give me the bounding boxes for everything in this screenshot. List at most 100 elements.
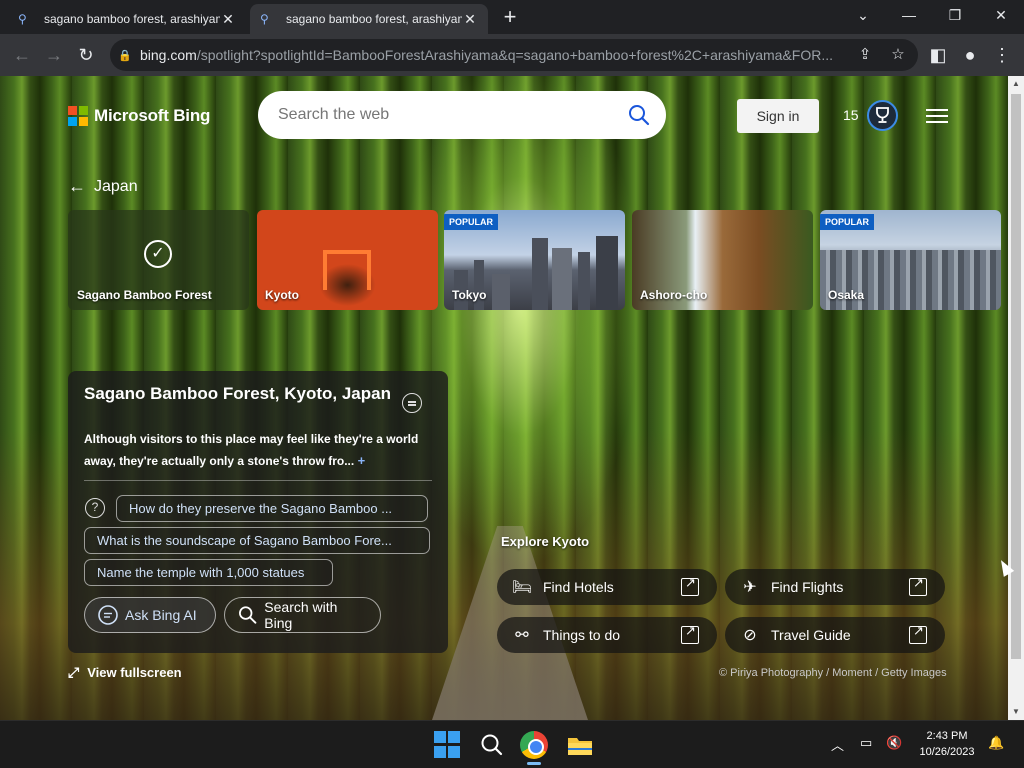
page-scrollbar[interactable]: ▲ ▼ — [1008, 76, 1024, 720]
popular-badge: POPULAR — [820, 214, 875, 230]
browser-toolbar: ← → ↻ 🔒 bing.com /spotlight?spotlightId=… — [0, 34, 1024, 76]
close-tab-icon[interactable]: ✕ — [462, 11, 478, 28]
card-tokyo[interactable]: POPULAR Tokyo — [444, 210, 625, 310]
scrollbar-thumb[interactable] — [1011, 94, 1021, 659]
bed-icon: 🛏 — [511, 579, 533, 596]
popular-badge: POPULAR — [444, 214, 499, 230]
close-window-button[interactable]: ✕ — [978, 0, 1024, 30]
network-icon[interactable]: ▭ — [860, 735, 872, 751]
find-hotels-label: Find Hotels — [543, 579, 614, 595]
rewards-points[interactable]: 15 — [843, 107, 859, 123]
view-fullscreen-link[interactable]: ⤢ View fullscreen — [68, 664, 182, 681]
bing-search-favicon-icon: ⚲ — [260, 12, 269, 26]
divider — [84, 480, 432, 481]
checkmark-icon: ✓ — [144, 240, 172, 268]
card-label: Ashoro-cho — [640, 288, 708, 302]
lock-icon[interactable]: 🔒 — [110, 49, 140, 62]
close-tab-icon[interactable]: ✕ — [220, 11, 236, 28]
side-panel-icon[interactable]: ◧ — [926, 43, 950, 67]
external-link-icon — [681, 575, 699, 596]
scroll-down-arrow-icon[interactable]: ▼ — [1008, 704, 1024, 720]
show-hidden-icons-chevron-icon[interactable]: ︿ — [831, 735, 844, 754]
things-to-do-button[interactable]: ⚯ Things to do — [497, 617, 717, 653]
card-label: Sagano Bamboo Forest — [77, 288, 212, 302]
new-tab-button[interactable]: + — [498, 6, 522, 30]
bookmark-star-icon[interactable]: ☆ — [888, 45, 908, 65]
search-input[interactable] — [278, 102, 608, 128]
back-arrow-icon: ← — [68, 176, 86, 196]
forward-arrow-icon[interactable]: → — [42, 43, 66, 67]
compass-icon: ⊘ — [743, 627, 757, 644]
find-hotels-button[interactable]: 🛏 Find Hotels — [497, 569, 717, 605]
browser-tab-1[interactable]: ⚲ sagano bamboo forest, arashiyam ✕ — [8, 4, 246, 34]
address-bar[interactable]: 🔒 bing.com /spotlight?spotlightId=Bamboo… — [110, 39, 918, 71]
back-to-japan-link[interactable]: ← Japan — [68, 176, 138, 197]
scroll-up-arrow-icon[interactable]: ▲ — [1008, 76, 1024, 92]
card-ashoro-cho[interactable]: Ashoro-cho — [632, 210, 813, 310]
card-osaka[interactable]: POPULAR Osaka — [820, 210, 1001, 310]
suggested-question-chip[interactable]: What is the soundscape of Sagano Bamboo … — [84, 527, 430, 554]
info-panel: Sagano Bamboo Forest, Kyoto, Japan Altho… — [68, 371, 448, 653]
search-icon[interactable] — [628, 104, 650, 126]
suggested-question-chip[interactable]: How do they preserve the Sagano Bamboo .… — [116, 495, 428, 522]
clock-time: 2:43 PM — [926, 730, 968, 742]
card-sagano-bamboo-forest[interactable]: ✓ Sagano Bamboo Forest — [68, 210, 249, 310]
building-shape — [578, 252, 590, 310]
microsoft-bing-logo[interactable]: Microsoft Bing — [68, 106, 210, 126]
card-label: Kyoto — [265, 288, 299, 302]
tab-title: sagano bamboo forest, arashiyam — [286, 12, 462, 26]
building-shape — [474, 260, 484, 310]
volume-muted-icon[interactable]: 🔇 — [886, 735, 902, 751]
bing-spotlight-page: Microsoft Bing Sign in 15 ← Japan ✓ Saga… — [0, 76, 1008, 720]
file-explorer-icon[interactable] — [566, 731, 594, 759]
back-arrow-icon[interactable]: ← — [10, 43, 34, 67]
chat-bubble-icon — [98, 605, 118, 625]
search-with-bing-button[interactable]: Search with Bing — [224, 597, 381, 633]
tab-strip: ⚲ sagano bamboo forest, arashiyam ✕ ⚲ sa… — [0, 0, 1024, 34]
taskbar-search-icon[interactable] — [478, 731, 506, 759]
things-to-do-label: Things to do — [543, 627, 621, 643]
suggested-question-chip[interactable]: Name the temple with 1,000 statues — [84, 559, 333, 586]
building-shape — [552, 248, 572, 310]
info-description: Although visitors to this place may feel… — [84, 429, 429, 472]
kebab-menu-icon[interactable]: ⋮ — [990, 43, 1014, 67]
restore-button[interactable]: ❐ — [932, 0, 978, 30]
building-shape — [596, 236, 618, 310]
card-label: Tokyo — [452, 288, 487, 302]
chrome-icon[interactable] — [520, 731, 548, 759]
search-with-bing-label: Search with Bing — [264, 599, 338, 631]
share-icon[interactable]: ⇪ — [855, 45, 875, 65]
travel-guide-label: Travel Guide — [771, 627, 851, 643]
image-credit[interactable]: © Piriya Photography / Moment / Getty Im… — [719, 667, 947, 679]
system-clock[interactable]: 2:43 PM 10/26/2023 — [910, 728, 984, 760]
reload-icon[interactable]: ↻ — [74, 43, 98, 67]
find-flights-button[interactable]: ✈ Find Flights — [725, 569, 945, 605]
find-flights-label: Find Flights — [771, 579, 844, 595]
travel-guide-button[interactable]: ⊘ Travel Guide — [725, 617, 945, 653]
sign-in-button[interactable]: Sign in — [737, 99, 819, 133]
tab-search-dropdown-icon[interactable]: ⌄ — [840, 0, 886, 30]
minimize-button[interactable]: — — [886, 0, 932, 30]
notification-bell-icon[interactable]: 🔔 — [988, 735, 1004, 751]
active-app-indicator — [527, 762, 541, 765]
binoculars-icon: ⚯ — [515, 627, 529, 644]
hamburger-menu-icon[interactable] — [926, 109, 948, 123]
logo-text: Microsoft Bing — [94, 106, 211, 125]
ask-bing-ai-label: Ask Bing AI — [125, 607, 197, 623]
search-box — [258, 91, 666, 139]
chat-bubble-icon[interactable] — [402, 393, 422, 413]
browser-tab-2-active[interactable]: ⚲ sagano bamboo forest, arashiyam ✕ — [250, 4, 488, 34]
windows-start-icon[interactable] — [434, 731, 462, 759]
profile-icon[interactable]: ● — [958, 43, 982, 67]
expand-icon: ⤢ — [68, 664, 80, 680]
expand-plus-icon[interactable]: + — [358, 453, 366, 468]
building-shape — [492, 274, 510, 310]
rewards-trophy-icon[interactable] — [867, 100, 898, 131]
url-host: bing.com — [140, 47, 197, 63]
search-icon — [239, 606, 257, 624]
windows-taskbar: ︿ ▭ 🔇 2:43 PM 10/26/2023 🔔 — [0, 720, 1024, 768]
back-link-label: Japan — [94, 177, 138, 195]
card-kyoto[interactable]: Kyoto — [257, 210, 438, 310]
ask-bing-ai-button[interactable]: Ask Bing AI — [84, 597, 216, 633]
building-shape — [532, 238, 548, 310]
